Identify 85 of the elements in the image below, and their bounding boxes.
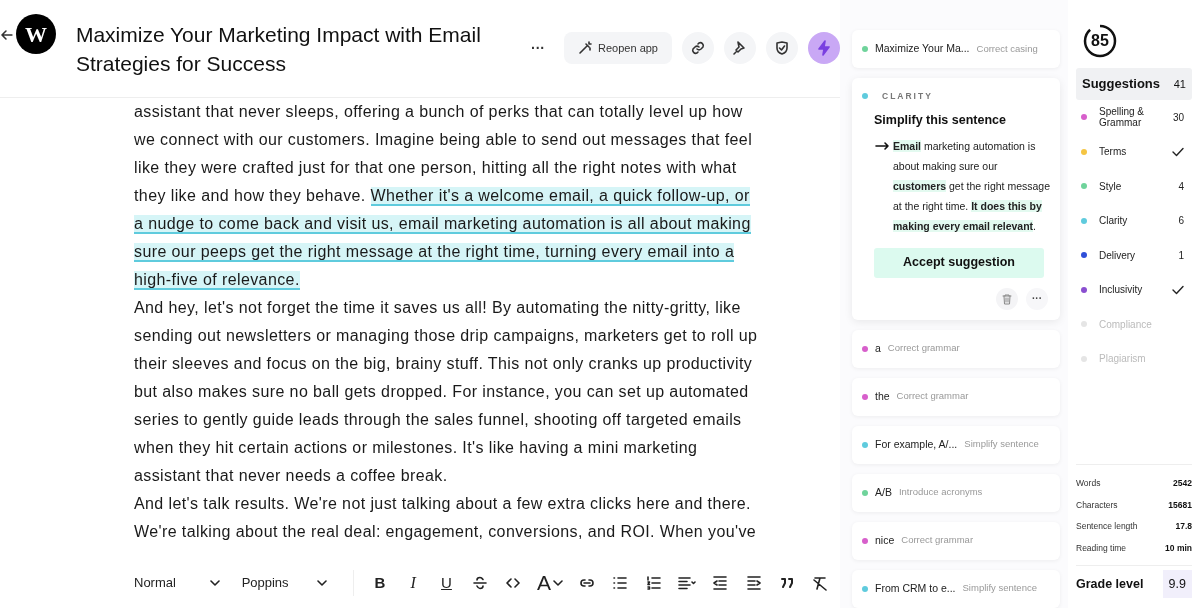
- suggestion-type: Simplify sentence: [964, 437, 1039, 452]
- suggestions-tab[interactable]: Suggestions 41: [1076, 68, 1192, 100]
- back-arrow-icon[interactable]: [1, 30, 13, 40]
- bold-button[interactable]: B: [366, 568, 394, 598]
- stat-label: Reading time: [1076, 541, 1127, 555]
- suggestion-title: Simplify this sentence: [874, 111, 1007, 129]
- suggestion-text: For example, A/...: [875, 436, 958, 452]
- suggestion-text: nice: [875, 532, 895, 548]
- suggestion-type: Correct grammar: [887, 341, 960, 356]
- category-item[interactable]: Inclusivity: [1099, 284, 1155, 296]
- stat-label: Characters: [1076, 498, 1118, 512]
- quote-icon: [779, 575, 796, 591]
- pin-button[interactable]: [724, 32, 756, 64]
- stat-value: 15681: [1168, 498, 1192, 512]
- code-icon: [505, 575, 522, 591]
- stat-value: 17.8: [1175, 520, 1192, 534]
- document-title: Maximize Your Marketing Impact with Email Strategies for Success: [75, 22, 482, 77]
- caret-icon: [553, 580, 564, 586]
- category-count: 30: [1172, 110, 1184, 125]
- paragraph: And let's talk results. We're not just talking about a few extra clicks here and there. We're talking about the real deal: engagement, conversions, and ROI. When you've: [134, 494, 758, 542]
- category-item[interactable]: Delivery: [1099, 249, 1155, 261]
- text-color-button[interactable]: A: [532, 568, 568, 598]
- logo: W: [15, 14, 56, 54]
- category-item[interactable]: Spelling & Grammar: [1099, 106, 1155, 129]
- numbered-list-icon: [645, 575, 662, 591]
- suggestion-card[interactable]: nice Correct grammar: [852, 521, 1060, 560]
- more-button[interactable]: ···: [526, 32, 551, 64]
- suggestion-text: a: [875, 340, 881, 356]
- score-value: 85: [1091, 31, 1109, 51]
- reopen-app-button[interactable]: Reopen app: [564, 32, 672, 64]
- more-button[interactable]: ···: [1026, 287, 1048, 310]
- suggestion-type: Introduce acronyms: [898, 485, 983, 500]
- accept-suggestion-button[interactable]: Accept suggestion: [874, 247, 1044, 278]
- suggestion-text: From CRM to e...: [875, 580, 956, 596]
- stat-value: 2542: [1173, 477, 1192, 491]
- suggestion-type: Simplify sentence: [962, 581, 1037, 596]
- outdent-icon: [712, 575, 729, 591]
- align-left-icon: [678, 575, 697, 591]
- shield-button[interactable]: [766, 32, 798, 64]
- category-count: 4: [1178, 179, 1184, 194]
- suggestion-type: Correct grammar: [896, 389, 969, 404]
- underline-button[interactable]: U: [432, 568, 461, 598]
- link-icon: [690, 40, 706, 56]
- category-count: 1: [1178, 248, 1184, 263]
- caret-icon: [209, 580, 220, 586]
- suggestion-type: Correct casing: [976, 41, 1038, 56]
- font-dropdown[interactable]: Poppins: [241, 573, 334, 593]
- suggestion-text: A/B: [875, 484, 892, 500]
- category-item[interactable]: Clarity: [1099, 215, 1155, 227]
- category-item[interactable]: Terms: [1099, 146, 1155, 158]
- trash-icon: [1001, 292, 1013, 305]
- shield-check-icon: [774, 40, 790, 56]
- delete-button[interactable]: [996, 287, 1018, 310]
- suggestion-card[interactable]: A/B Introduce acronyms: [852, 473, 1060, 512]
- strikethrough-icon: [471, 575, 488, 591]
- suggestion-text: Maximize Your Ma...: [875, 41, 970, 57]
- bullet-list-icon: [612, 575, 629, 591]
- caret-icon: [317, 580, 328, 586]
- indent-icon: [745, 575, 762, 591]
- suggestion-card[interactable]: For example, A/... Simplify sentence: [852, 425, 1060, 464]
- suggestion-card[interactable]: Maximize Your Ma... Correct casing: [852, 30, 1060, 68]
- suggestion-card[interactable]: From CRM to e... Simplify sentence: [852, 569, 1060, 608]
- clear-format-icon: [812, 575, 829, 591]
- paragraph: And hey, let's not forget the time it saves us all! By automating the nitty-gritty, like sending out newsletters or managing those drip campaigns, marketers get to roll up their sleeves and focus on the big, brainy stuff. This not only cranks up productivity but also makes sure no ball gets dropped. For instance, you can set up automated series to gently guide leads through the sales funnel, shooting off targeted emails when they hit certain actions or milestones. It's like having a mini marketing assistant that never needs a coffee break.: [134, 298, 759, 486]
- grade-label: Grade level: [1076, 575, 1144, 593]
- style-dropdown[interactable]: Normal: [134, 573, 226, 593]
- paragraph: assistant that never sleeps, offering a bunch of perks that can totally level up how we connect with our customers. Imagine being able to send out messages that feel like they were crafted just for that one person, hitting all the right notes with what they like and how they behave. Whether it's a welcome email, a quick follow-up, or a nudge to come back and visit us, email marketing automation is all about making sure our peeps get the right message at the right time, turning every email into a high-five of relevance.: [134, 102, 754, 292]
- magic-wand-icon: [578, 41, 593, 55]
- suggestion-text: the: [875, 388, 890, 404]
- category-item[interactable]: Style: [1099, 180, 1155, 192]
- stat-label: Sentence length: [1076, 520, 1138, 534]
- lightning-icon: [816, 40, 832, 56]
- stat-value: 10 min: [1165, 541, 1192, 555]
- grade-value: 9.9: [1162, 570, 1192, 598]
- lightning-button[interactable]: [808, 32, 840, 64]
- stat-label: Words: [1076, 477, 1101, 491]
- italic-button[interactable]: I: [399, 568, 427, 598]
- category-count: 6: [1178, 214, 1184, 229]
- pin-icon: [732, 40, 748, 56]
- suggestion-type: Correct grammar: [901, 533, 974, 548]
- link-button[interactable]: [682, 32, 714, 64]
- suggestion-card[interactable]: a Correct grammar: [852, 329, 1060, 368]
- category-label: CLARITY: [882, 90, 933, 103]
- suggestion-text: Email marketing automation is about making sure our customers get the right message at the right time. It does this by making every email relevant.: [893, 138, 1050, 234]
- suggestion-card[interactable]: the Correct grammar: [852, 377, 1060, 416]
